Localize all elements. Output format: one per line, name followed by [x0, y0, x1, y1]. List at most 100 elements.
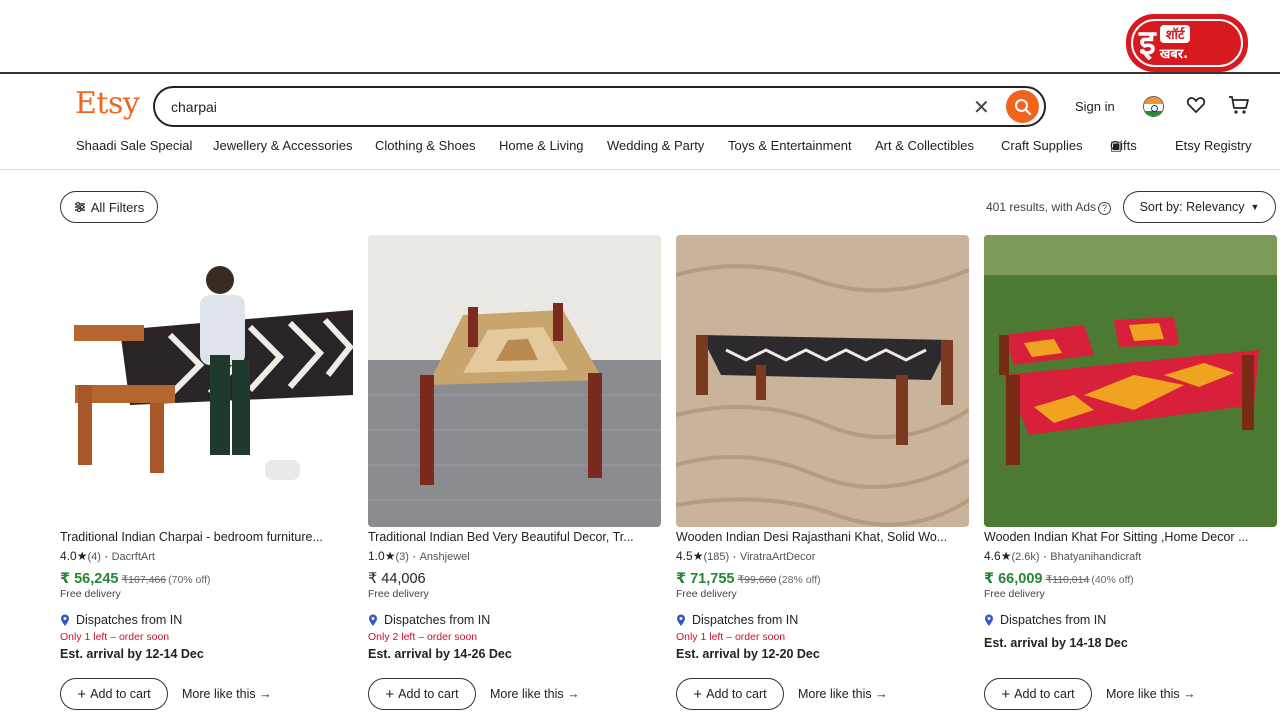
listing-rating: 4.0★(4) · DacrftArt [60, 549, 155, 563]
listing-card[interactable]: Wooden Indian Desi Rajasthani Khat, Soli… [676, 235, 969, 710]
nav-shaadi-sale[interactable]: Shaadi Sale Special [76, 138, 192, 153]
rating-value: 4.6 [984, 549, 1001, 563]
star-icon: ★ [1000, 549, 1012, 563]
rating-value: 4.0 [60, 549, 77, 563]
listing-card[interactable]: Wooden Indian Khat For Sitting ,Home Dec… [984, 235, 1277, 710]
listing-actions: + Add to cart More like this → [60, 678, 353, 712]
dispatch-info: Dispatches from IN [368, 612, 661, 628]
search-button[interactable] [1006, 90, 1039, 123]
add-to-cart-button[interactable]: + Add to cart [676, 678, 784, 710]
dispatch-info: Dispatches from IN [60, 612, 353, 628]
india-flag-icon[interactable] [1143, 96, 1164, 117]
clear-search-icon[interactable]: ✕ [973, 95, 990, 120]
shop-name[interactable]: ViratraArtDecor [740, 551, 816, 563]
add-to-cart-button[interactable]: + Add to cart [60, 678, 168, 710]
favorites-heart-icon[interactable] [1186, 95, 1206, 115]
price-off: (40% off) [1091, 574, 1134, 586]
listing-actions: + Add to cart More like this → [368, 678, 661, 712]
listing-price: ₹ 66,009 ₹110,014 (40% off) [984, 570, 1277, 587]
charpai-photo [60, 235, 353, 527]
add-to-cart-button[interactable]: + Add to cart [368, 678, 476, 710]
listing-title[interactable]: Traditional Indian Bed Very Beautiful De… [368, 530, 661, 545]
nav-art[interactable]: Art & Collectibles [875, 138, 974, 153]
plus-icon: + [693, 685, 703, 703]
filter-sliders-icon [74, 202, 85, 212]
charpai-photo [676, 235, 969, 527]
search-input[interactable]: charpai [171, 99, 217, 115]
more-like-this-label: More like this [490, 687, 564, 701]
listing-rating: 4.6★(2.6k) · Bhatyanihandicraft [984, 549, 1142, 563]
sign-in-link[interactable]: Sign in [1075, 99, 1115, 114]
brand-line-2: खबर. [1159, 46, 1189, 62]
star-icon: ★ [692, 549, 704, 563]
cart-icon[interactable] [1228, 95, 1250, 115]
stock-warning: Only 1 left – order soon [676, 631, 786, 643]
nav-registry[interactable]: Etsy Registry [1175, 138, 1252, 153]
est-arrival: Est. arrival by 12-20 Dec [676, 647, 820, 661]
nav-wedding[interactable]: Wedding & Party [607, 138, 704, 153]
news-brand-logo: इ शॉर्ट खबर. [1126, 14, 1248, 72]
location-pin-icon [985, 614, 993, 626]
dispatch-text: Dispatches from IN [76, 613, 183, 627]
shop-name[interactable]: Anshjewel [420, 551, 470, 563]
shop-name[interactable]: Bhatyanihandicraft [1050, 551, 1141, 563]
shop-name[interactable]: DacrftArt [112, 551, 155, 563]
stock-warning: Only 1 left – order soon [60, 631, 170, 643]
more-like-this-label: More like this [182, 687, 256, 701]
add-to-cart-label: Add to cart [1014, 687, 1075, 701]
etsy-logo[interactable]: Etsy [75, 86, 140, 121]
add-to-cart-label: Add to cart [398, 687, 459, 701]
listing-title[interactable]: Wooden Indian Khat For Sitting ,Home Dec… [984, 530, 1277, 545]
nav-toys[interactable]: Toys & Entertainment [728, 138, 852, 153]
price-now: ₹ 71,755 [676, 571, 735, 587]
location-pin-icon [61, 614, 69, 626]
price-off: (70% off) [168, 574, 211, 586]
more-like-this-link[interactable]: More like this → [182, 687, 272, 701]
listing-actions: + Add to cart More like this → [676, 678, 969, 712]
results-text: 401 results, with Ads [986, 200, 1097, 214]
all-filters-button[interactable]: All Filters [60, 191, 158, 223]
top-strip [0, 0, 1280, 72]
more-like-this-link[interactable]: More like this → [1106, 687, 1196, 701]
dispatch-text: Dispatches from IN [1000, 613, 1107, 627]
arrow-right-icon: → [1183, 687, 1196, 701]
charpai-photo [984, 235, 1277, 527]
star-icon: ★ [76, 549, 88, 563]
sort-label: Sort by: Relevancy [1139, 200, 1245, 214]
listing-actions: + Add to cart More like this → [984, 678, 1277, 712]
star-icon: ★ [384, 549, 396, 563]
rating-value: 4.5 [676, 549, 693, 563]
listing-image[interactable] [60, 235, 353, 527]
listing-card[interactable]: Traditional Indian Charpai - bedroom fur… [60, 235, 353, 710]
more-like-this-link[interactable]: More like this → [490, 687, 580, 701]
sort-dropdown[interactable]: Sort by: Relevancy ▼ [1123, 191, 1276, 223]
listing-image[interactable] [676, 235, 969, 527]
listing-image[interactable] [368, 235, 661, 527]
review-count: (185) [703, 551, 730, 563]
price-now: ₹ 56,245 [60, 571, 119, 587]
listing-image[interactable] [984, 235, 1277, 527]
brand-line-1: शॉर्ट [1159, 24, 1191, 43]
listing-price: ₹ 44,006 [368, 570, 661, 587]
listing-price: ₹ 71,755 ₹99,660 (28% off) [676, 570, 969, 587]
ads-info-icon[interactable]: ? [1098, 202, 1112, 215]
add-to-cart-button[interactable]: + Add to cart [984, 678, 1092, 710]
price-now: ₹ 66,009 [984, 571, 1043, 587]
plus-icon: + [77, 685, 87, 703]
more-like-this-link[interactable]: More like this → [798, 687, 888, 701]
listing-card[interactable]: Traditional Indian Bed Very Beautiful De… [368, 235, 661, 710]
dispatch-text: Dispatches from IN [692, 613, 799, 627]
nav-home-living[interactable]: Home & Living [499, 138, 584, 153]
listing-title[interactable]: Traditional Indian Charpai - bedroom fur… [60, 530, 353, 545]
arrow-right-icon: → [259, 687, 272, 701]
nav-jewellery[interactable]: Jewellery & Accessories [213, 138, 352, 153]
price-off: (28% off) [778, 574, 821, 586]
listing-title[interactable]: Wooden Indian Desi Rajasthani Khat, Soli… [676, 530, 969, 545]
nav-craft-supplies[interactable]: Craft Supplies [1001, 138, 1083, 153]
stock-warning: Only 2 left – order soon [368, 631, 478, 643]
search-bar[interactable]: charpai ✕ [153, 86, 1046, 127]
est-arrival: Est. arrival by 12-14 Dec [60, 647, 204, 661]
nav-clothing[interactable]: Clothing & Shoes [375, 138, 475, 153]
dispatch-info: Dispatches from IN [984, 612, 1277, 628]
free-delivery: Free delivery [368, 588, 429, 600]
